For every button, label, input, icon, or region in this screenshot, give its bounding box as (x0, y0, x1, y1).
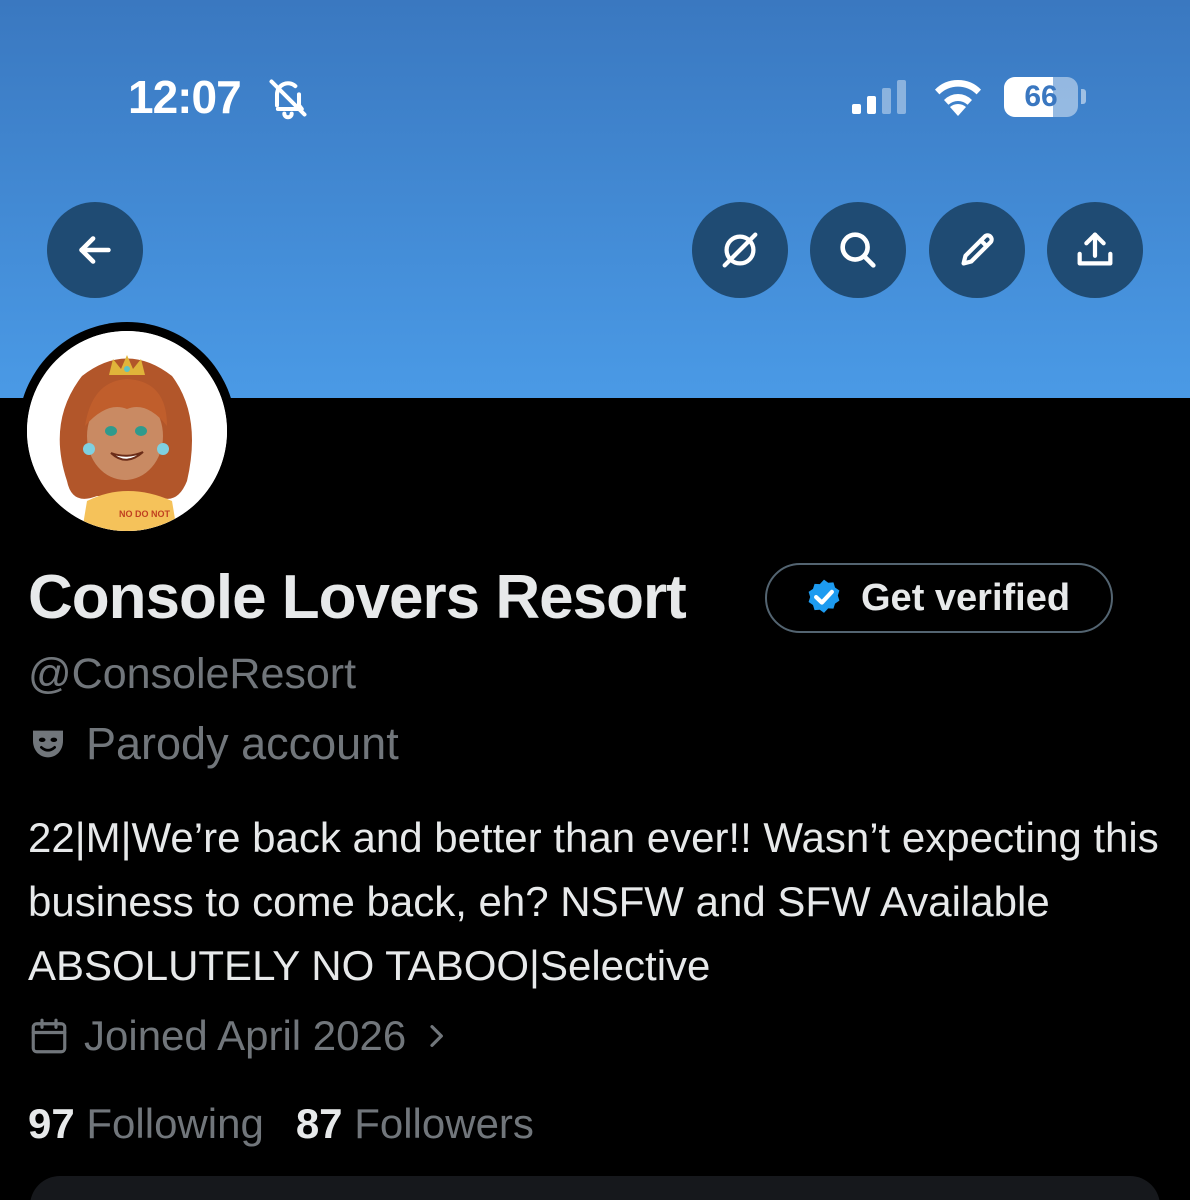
battery-percent: 66 (1024, 80, 1058, 113)
get-verified-button[interactable]: Get verified (765, 563, 1113, 633)
grok-icon (722, 232, 758, 268)
chevron-right-icon (430, 1025, 444, 1047)
profile-avatar[interactable]: NO DO NOT (18, 322, 236, 540)
followers-link[interactable]: 87 Followers (296, 1100, 534, 1148)
edit-button[interactable] (929, 202, 1025, 298)
display-name: Console Lovers Resort (28, 563, 687, 632)
profile-handle: @ConsoleResort (28, 650, 357, 698)
followers-count: 87 (295, 1100, 355, 1147)
search-icon (840, 232, 876, 268)
back-arrow-icon (79, 236, 111, 264)
share-button[interactable] (1047, 202, 1143, 298)
following-count: 97 (28, 1100, 87, 1147)
joined-date[interactable]: Joined April 2026 (28, 1012, 452, 1060)
following-link[interactable]: 97 Following (28, 1100, 264, 1148)
cell-signal-icon (852, 78, 906, 114)
avatar-shirt-text: NO DO NOT (119, 509, 171, 519)
profile-bio: 22|M|We’re back and better than ever!! W… (28, 814, 1159, 989)
avatar-illustration: NO DO NOT (27, 331, 227, 531)
back-button[interactable] (47, 202, 143, 298)
follow-stats: 97 Following 87 Followers (28, 1100, 534, 1148)
bell-muted-icon (269, 79, 307, 120)
wifi-icon (935, 79, 981, 116)
avatar-image: NO DO NOT (27, 331, 227, 531)
parody-account-text: Parody account (86, 718, 399, 769)
get-verified-label: Get verified (861, 576, 1071, 619)
grok-button[interactable] (692, 202, 788, 298)
followers-label: Followers (354, 1100, 534, 1147)
search-button[interactable] (810, 202, 906, 298)
share-icon (1077, 232, 1113, 266)
parody-account-label: Parody account (28, 718, 399, 770)
joined-text: Joined April 2026 (84, 1012, 407, 1059)
status-time: 12:07 (128, 71, 242, 123)
edit-icon (961, 233, 994, 266)
calendar-icon (31, 1018, 67, 1054)
battery-indicator: 66 (1004, 77, 1078, 117)
battery-nub (1081, 89, 1086, 104)
theater-mask-icon (33, 730, 63, 758)
following-label: Following (86, 1100, 264, 1147)
verified-badge-icon (808, 579, 840, 613)
bottom-panel (30, 1176, 1160, 1200)
